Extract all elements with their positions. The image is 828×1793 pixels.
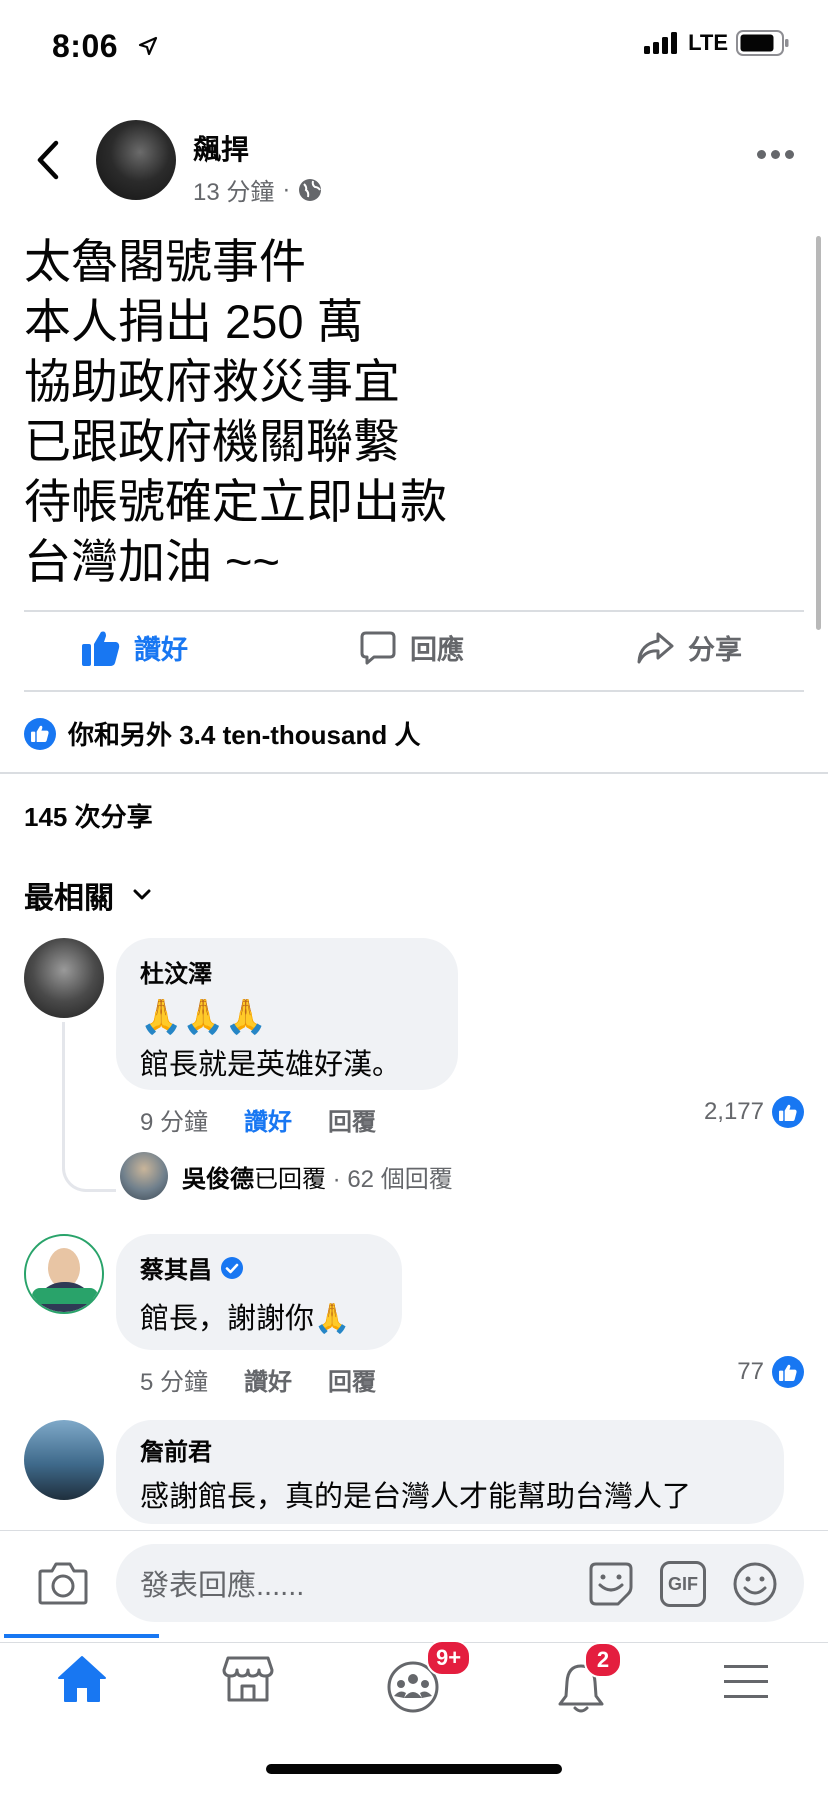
comment-reply-button[interactable]: 回覆 xyxy=(328,1362,376,1397)
comment-text: 館長，謝謝你🙏 xyxy=(140,1303,351,1335)
sort-label: 最相關 xyxy=(24,882,114,915)
divider xyxy=(0,772,828,774)
commenter-avatar[interactable] xyxy=(24,1234,104,1314)
comment-input-placeholder: 發表回應...... xyxy=(140,1570,305,1602)
comment-bubble[interactable]: 蔡其昌 館長，謝謝你🙏 xyxy=(116,1234,402,1350)
divider xyxy=(24,610,804,612)
comment-sort-dropdown[interactable]: 最相關 xyxy=(24,873,152,917)
like-count: 77 xyxy=(737,1358,764,1385)
poster-avatar[interactable] xyxy=(96,120,176,200)
comment-reply-button[interactable]: 回覆 xyxy=(328,1102,376,1137)
globe-icon xyxy=(299,178,322,201)
marketplace-icon[interactable] xyxy=(222,1654,274,1704)
commenter-name[interactable]: 詹前君 xyxy=(140,1432,760,1467)
comment-like-count[interactable]: 77 xyxy=(737,1356,804,1388)
comment-button[interactable]: 回應 xyxy=(360,628,464,667)
meta-separator: · xyxy=(282,175,291,203)
like-reaction-icon xyxy=(24,717,56,750)
groups-badge: 9+ xyxy=(426,1640,472,1676)
share-icon xyxy=(637,632,674,663)
post-line: 協助政府救災事宜 xyxy=(24,355,400,408)
cellular-signal-icon xyxy=(644,32,678,54)
comment-time[interactable]: 9 分鐘 xyxy=(140,1102,208,1137)
chevron-down-icon xyxy=(133,889,151,900)
comment-time[interactable]: 5 分鐘 xyxy=(140,1362,208,1397)
notifications-badge: 2 xyxy=(584,1642,622,1678)
like-button[interactable]: 讚好 xyxy=(82,628,188,667)
comment-bubble[interactable]: 詹前君 感謝館長，真的是台灣人才能幫助台灣人了 xyxy=(116,1420,784,1524)
poster-name[interactable]: 飆捍 xyxy=(193,128,249,168)
view-replies[interactable]: 吳俊德已回覆 · 62 個回覆 xyxy=(120,1152,453,1200)
post-body: 太魯閣號事件 本人捐出 250 萬 協助政府救災事宜 已跟政府機關聯繫 待帳號確… xyxy=(24,232,784,592)
comment-actions: 9 分鐘 讚好 回覆 xyxy=(140,1102,376,1137)
commenter-name[interactable]: 杜汶澤 xyxy=(140,954,434,989)
comment-label: 回應 xyxy=(410,635,464,665)
like-reaction-icon xyxy=(772,1356,804,1388)
home-icon[interactable] xyxy=(56,1654,108,1704)
back-arrow-icon[interactable] xyxy=(30,135,70,185)
comment-like-count[interactable]: 2,177 xyxy=(704,1096,804,1128)
replier-name: 吳俊德 xyxy=(182,1165,254,1193)
status-time: 8:06 xyxy=(52,28,119,64)
reactions-text: 你和另外 3.4 ten-thousand 人 xyxy=(68,720,421,750)
post-line: 已跟政府機關聯繫 xyxy=(24,415,400,468)
reply-action: 已回覆 xyxy=(254,1165,326,1193)
commenter-name[interactable]: 蔡其昌 xyxy=(140,1250,212,1285)
replier-avatar xyxy=(120,1152,168,1200)
reply-count: · 62 個回覆 xyxy=(332,1165,453,1193)
post-line: 太魯閣號事件 xyxy=(24,235,306,288)
comment-bubble[interactable]: 杜汶澤 🙏🙏🙏 館長就是英雄好漢。 xyxy=(116,938,458,1090)
camera-icon[interactable] xyxy=(38,1561,88,1605)
post-time[interactable]: 13 分鐘 xyxy=(193,172,274,207)
emoji-icon[interactable] xyxy=(732,1561,778,1607)
post-line: 台灣加油 ~~ xyxy=(24,535,280,588)
commenter-name-row: 蔡其昌 xyxy=(140,1250,378,1285)
location-arrow-icon xyxy=(138,36,158,56)
sticker-icon[interactable] xyxy=(588,1561,634,1607)
comment-icon xyxy=(360,631,396,664)
commenter-avatar[interactable] xyxy=(24,1420,104,1500)
reactions-summary[interactable]: 你和另外 3.4 ten-thousand 人 xyxy=(24,715,420,752)
share-button[interactable]: 分享 xyxy=(636,628,742,667)
like-count: 2,177 xyxy=(703,1098,764,1125)
scrollbar[interactable] xyxy=(816,236,821,630)
post-line: 本人捐出 250 萬 xyxy=(24,295,364,348)
network-type: LTE xyxy=(688,30,728,55)
shares-count[interactable]: 145 次分享 xyxy=(24,797,153,834)
status-indicators: LTE xyxy=(644,30,790,56)
comment-emoji: 🙏🙏🙏 xyxy=(140,998,268,1036)
like-label: 讚好 xyxy=(134,635,188,665)
reply-summary-text: 吳俊德已回覆 · 62 個回覆 xyxy=(182,1159,453,1194)
gif-icon[interactable]: GIF xyxy=(660,1561,706,1607)
comment-text: 館長就是英雄好漢。 xyxy=(140,1049,402,1081)
comment-actions: 5 分鐘 讚好 回覆 xyxy=(140,1362,376,1397)
battery-icon xyxy=(736,30,789,56)
post-meta: 13 分鐘 · xyxy=(193,172,322,207)
thread-line xyxy=(62,1022,116,1192)
verified-badge-icon xyxy=(221,1256,243,1279)
divider xyxy=(24,690,804,692)
thumbs-up-icon xyxy=(82,631,120,666)
commenter-avatar[interactable] xyxy=(24,938,104,1018)
more-options-icon[interactable] xyxy=(757,150,794,159)
comment-text: 感謝館長，真的是台灣人才能幫助台灣人了 xyxy=(140,1481,692,1513)
comment-like-button[interactable]: 讚好 xyxy=(244,1362,292,1397)
active-tab-indicator xyxy=(4,1634,159,1638)
comment-like-button[interactable]: 讚好 xyxy=(244,1102,292,1137)
home-indicator xyxy=(266,1764,562,1774)
post-line: 待帳號確定立即出款 xyxy=(24,475,447,528)
like-reaction-icon xyxy=(772,1096,804,1128)
menu-icon[interactable] xyxy=(722,1662,770,1702)
share-label: 分享 xyxy=(688,635,742,665)
